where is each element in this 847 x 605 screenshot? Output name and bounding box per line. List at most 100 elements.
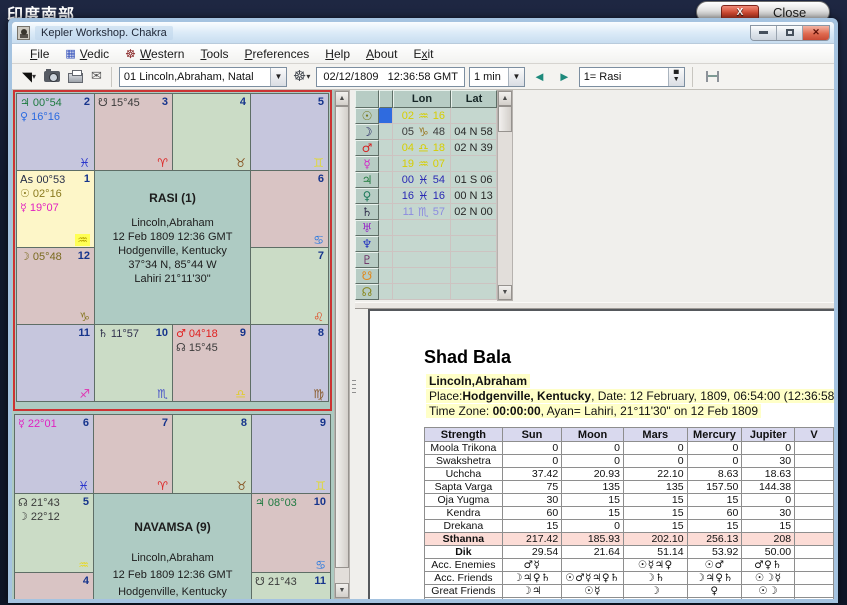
house-number: 3 [162,96,168,108]
menu-preferences[interactable]: Preferences [237,45,318,63]
lon-value: 02♒16 [393,108,451,124]
scroll-up-icon[interactable]: ▲ [335,91,349,106]
email-button[interactable]: ✉ [89,67,104,87]
scrollbar-thumb[interactable] [335,106,349,568]
pluto-icon[interactable]: ♇ [355,252,379,268]
planet-table-scrollbar[interactable]: ▲ ▼ [497,90,513,301]
section-tool-button[interactable] [700,67,721,87]
value-cell [795,442,834,455]
venus-icon[interactable]: ♀ [355,188,379,204]
zodiac-sign-icon: ♓ [418,173,429,187]
maximize-button[interactable] [777,26,803,40]
uranus-icon[interactable]: ♅ [355,220,379,236]
selection-cell[interactable] [379,140,393,156]
planet-glyph-cell: ☉♂ [687,559,742,572]
value-cell: 0 [623,455,687,468]
maximize-icon [786,29,794,36]
step-back-button[interactable]: ◄ [529,67,550,87]
scroll-down-icon[interactable]: ▼ [498,285,512,300]
chevron-down-icon[interactable]: ▼ [508,68,524,86]
selection-cell[interactable] [379,252,393,268]
sun-icon[interactable]: ☉ [355,108,379,124]
splitter-grip-icon[interactable] [352,380,356,395]
lat-value [451,268,497,284]
close-button[interactable]: ✕ [803,26,829,40]
horizontal-splitter[interactable] [353,302,834,309]
house-cell-6: 6♋ [251,171,328,247]
value-cell: 0 [742,494,795,507]
rasi-chart[interactable]: ♃ 00°54♀ 16°162♓☋ 15°453♈4♉5♊As 00°53☉ 0… [13,90,332,411]
column-header: Strength [425,428,503,442]
mercury-icon[interactable]: ☿ [355,156,379,172]
selection-cell[interactable] [379,284,393,300]
selection-cell[interactable] [379,172,393,188]
camera-icon [44,71,60,82]
title-bar[interactable]: Kepler Workshop. Chakra ✕ [12,22,834,44]
moon-icon[interactable]: ☽ [355,124,379,140]
menu-vedic[interactable]: ▦Vedic [57,45,117,63]
rahu-icon[interactable]: ☊ [355,284,379,300]
selection-cursor[interactable] [379,108,393,124]
menu-help[interactable]: Help [317,45,358,63]
menu-file[interactable]: File [22,45,57,63]
menu-exit[interactable]: Exit [405,45,441,63]
menu-label: Western [140,47,185,61]
planet-glyph-cell: ♀ [687,585,742,598]
minimize-button[interactable] [751,26,777,40]
spin-dropdown-icon[interactable]: ▀▼ [668,68,684,86]
chart-title: RASI (1) [95,191,250,205]
chart-panel-scrollbar[interactable]: ▲ ▼ [334,90,350,599]
zodiac-sign-icon: ♈ [157,157,168,169]
menu-western[interactable]: ☸Western [117,45,192,63]
zodiac-sign-icon: ♏ [418,205,429,219]
chevron-down-icon[interactable]: ▼ [270,68,286,86]
planet-glyph: As [20,173,33,186]
scrollbar-thumb[interactable] [498,106,512,132]
draw-tool-button[interactable]: ◥▾ [20,67,38,87]
scroll-up-icon[interactable]: ▲ [498,91,512,106]
menu-tools[interactable]: Tools [192,45,236,63]
lon-column-header: Lon [393,90,451,108]
row-label: Oja Yugma [425,494,503,507]
snapshot-button[interactable] [42,67,62,87]
planet-list: ☋ 21°43 [255,575,297,589]
chart-select[interactable]: 01 Lincoln,Abraham, Natal ▼ [119,67,287,87]
ketu-icon[interactable]: ☋ [355,268,379,284]
navamsa-chart[interactable]: ☿ 22°016♓7♈8♉9♊☊ 21°43☽ 22°125♒♃ 08°0310… [13,413,332,599]
vertical-splitter[interactable] [350,90,355,599]
selection-cell[interactable] [379,204,393,220]
selection-cell[interactable] [379,156,393,172]
planet-glyph-cell: ☽ [623,585,687,598]
wheel-view-button[interactable]: ☸▾ [291,67,312,87]
house-cell-8: 8♍ [251,325,328,401]
varga-view-select[interactable]: 1= Rasi ▀▼ [579,67,685,87]
chevron-down-icon: ▾ [32,72,36,81]
time-step-select[interactable]: 1 min ▼ [469,67,525,87]
selection-cell[interactable] [379,220,393,236]
table-row: Uchcha37.4220.9322.108.6318.63 [425,468,834,481]
zodiac-sign-icon: ♊ [315,480,326,492]
value-cell: 217.42 [502,533,561,546]
mars-icon[interactable]: ♂ [355,140,379,156]
menu-about[interactable]: About [358,45,405,63]
rasi-grid: ♃ 00°54♀ 16°162♓☋ 15°453♈4♉5♊As 00°53☉ 0… [16,93,329,402]
selection-cell[interactable] [379,236,393,252]
print-button[interactable] [66,67,85,87]
house-number: 8 [318,327,324,339]
jupiter-icon[interactable]: ♃ [355,172,379,188]
selection-cell[interactable] [379,268,393,284]
planet-glyph-cell: ♂♃♀♄ [562,598,624,600]
datetime-display[interactable]: 02/12/1809 12:36:58 GMT [316,67,465,87]
step-forward-button[interactable]: ► [554,67,575,87]
h-beam-icon [706,71,719,82]
app-icon [17,26,30,40]
selection-cell[interactable] [379,188,393,204]
selection-cell[interactable] [379,124,393,140]
saturn-icon[interactable]: ♄ [355,204,379,220]
house-cell-5: 5♊ [251,94,328,170]
neptune-icon[interactable]: ♆ [355,236,379,252]
planet-position: As 00°53 [20,173,65,187]
planet-glyph-cell: ☽♄ [623,572,687,585]
main-content: ♃ 00°54♀ 16°162♓☋ 15°453♈4♉5♊As 00°53☉ 0… [12,90,834,599]
scroll-down-icon[interactable]: ▼ [335,583,349,598]
